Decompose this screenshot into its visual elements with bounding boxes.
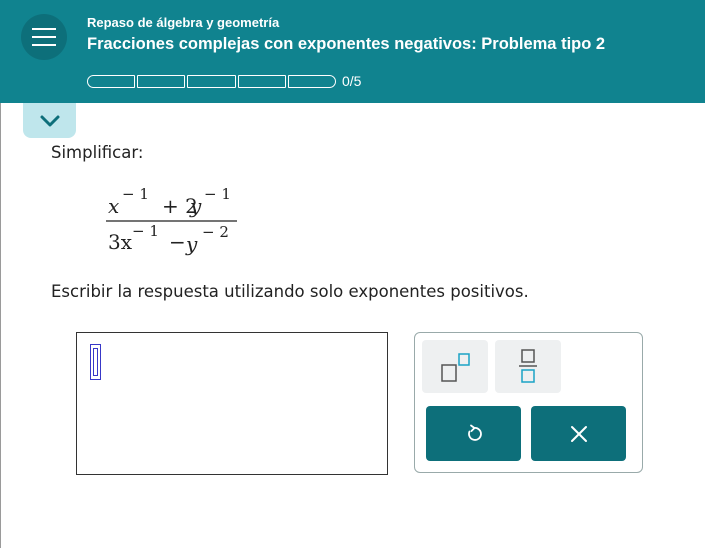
hamburger-icon	[32, 36, 56, 38]
answer-input[interactable]	[76, 332, 388, 475]
topic-label: Repaso de álgebra y geometría	[87, 15, 280, 30]
superscript-template-icon	[441, 353, 470, 382]
hamburger-icon	[32, 28, 56, 30]
undo-icon	[467, 424, 482, 441]
fraction-button[interactable]	[495, 340, 561, 393]
clear-button[interactable]	[531, 406, 626, 461]
collapse-toggle[interactable]	[23, 103, 76, 138]
numerator-term2-exponent: − 1	[204, 185, 231, 203]
chevron-down-icon	[40, 115, 59, 126]
progress-segment	[137, 75, 186, 88]
fraction-template-icon	[519, 349, 537, 383]
header-bar: Repaso de álgebra y geometría Fracciones…	[0, 0, 705, 103]
progress-segment	[87, 75, 136, 88]
input-cursor	[90, 344, 101, 380]
denominator-term1-exponent: − 1	[132, 222, 159, 240]
progress-count: 0/5	[342, 73, 362, 89]
math-palette	[414, 332, 643, 473]
superscript-button[interactable]	[422, 340, 488, 393]
hamburger-icon	[32, 44, 56, 46]
denominator-term2-base: y	[185, 232, 198, 256]
instruction-positive-exponents: Escribir la respuesta utilizando solo ex…	[51, 282, 529, 301]
denominator-operator: −	[169, 230, 186, 254]
numerator-term1-base: x	[108, 194, 119, 218]
input-cursor-inner	[93, 348, 98, 376]
numerator-term1-exponent: − 1	[122, 185, 149, 203]
denominator-term2-exponent: − 2	[202, 223, 229, 241]
close-icon	[570, 425, 587, 442]
denominator-term1-base: 3x	[108, 230, 133, 254]
math-expression: x − 1 + 2 y − 1 3x − 1 − y − 2	[104, 183, 239, 263]
menu-button[interactable]	[21, 14, 67, 60]
left-border	[0, 103, 1, 548]
numerator-term2-base: y	[189, 194, 202, 218]
instruction-text: Simplificar:	[51, 143, 144, 162]
progress-segment	[187, 75, 236, 88]
progress-bar	[87, 75, 337, 88]
progress-segment	[287, 75, 337, 88]
progress-segment	[237, 75, 286, 88]
undo-button[interactable]	[426, 406, 521, 461]
page-title: Fracciones complejas con exponentes nega…	[87, 35, 606, 53]
